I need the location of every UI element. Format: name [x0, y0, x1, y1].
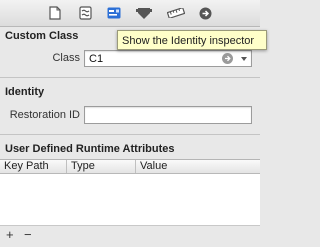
runtime-attributes-section-title: User Defined Runtime Attributes	[5, 143, 175, 155]
section-divider	[0, 77, 260, 78]
class-value: C1	[89, 53, 104, 65]
runtime-attributes-table[interactable]: Key Path Type Value	[0, 159, 260, 226]
size-inspector-icon[interactable]	[167, 5, 185, 21]
restoration-id-field[interactable]	[84, 106, 252, 124]
restoration-id-label: Restoration ID	[9, 109, 80, 121]
connections-inspector-icon[interactable]	[197, 5, 213, 21]
quick-help-icon[interactable]	[77, 5, 93, 21]
identity-inspector-tooltip: Show the Identity inspector	[117, 30, 267, 50]
file-inspector-icon[interactable]	[47, 5, 63, 21]
remove-attribute-button[interactable]: −	[24, 228, 32, 241]
custom-class-section-title: Custom Class	[5, 30, 79, 42]
section-divider	[0, 134, 260, 135]
column-header-type[interactable]: Type	[67, 160, 136, 173]
identity-inspector-icon[interactable]	[106, 5, 122, 21]
class-label: Class	[52, 52, 80, 64]
chevron-down-icon	[240, 56, 247, 61]
class-combo-box[interactable]: C1	[84, 50, 252, 67]
go-to-class-button[interactable]	[222, 53, 233, 64]
class-dropdown-button[interactable]	[238, 53, 249, 64]
column-header-key-path[interactable]: Key Path	[0, 160, 67, 173]
table-header: Key Path Type Value	[0, 160, 260, 174]
add-attribute-button[interactable]: +	[6, 228, 14, 241]
identity-section-title: Identity	[5, 86, 45, 98]
arrow-right-icon	[225, 55, 231, 62]
column-header-value[interactable]: Value	[136, 160, 260, 173]
inspector-toolbar	[0, 0, 260, 27]
attributes-inspector-icon[interactable]	[136, 5, 152, 21]
